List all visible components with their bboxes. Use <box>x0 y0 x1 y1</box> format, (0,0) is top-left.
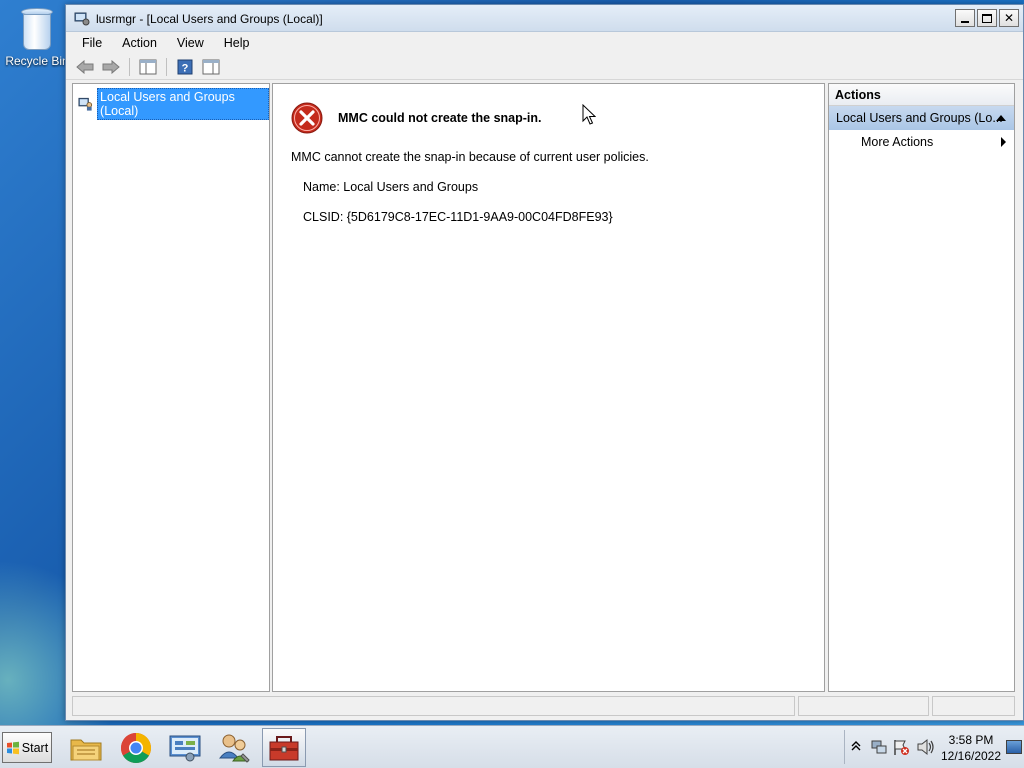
show-hidden-icons-icon[interactable] <box>851 740 861 752</box>
back-arrow-icon <box>76 59 94 74</box>
menu-action[interactable]: Action <box>112 32 167 54</box>
window-title: lusrmgr - [Local Users and Groups (Local… <box>96 12 323 26</box>
toolbar: ? <box>66 54 1023 80</box>
network-icon[interactable] <box>870 738 888 756</box>
menu-bar: File Action View Help <box>66 32 1023 54</box>
close-icon: ✕ <box>1003 11 1015 25</box>
close-button[interactable]: ✕ <box>999 9 1019 27</box>
tray-separator <box>844 730 845 764</box>
file-explorer-icon <box>70 739 102 760</box>
status-cell-main <box>72 696 795 716</box>
help-icon: ? <box>177 59 193 74</box>
clock-time: 3:58 PM <box>948 733 994 747</box>
taskbar-users[interactable] <box>212 728 256 767</box>
more-actions-item[interactable]: More Actions <box>829 130 1014 154</box>
control-panel-icon <box>169 735 201 761</box>
start-button[interactable]: Start <box>2 732 52 763</box>
tree-node-label: Local Users and Groups (Local) <box>97 88 269 120</box>
more-actions-label: More Actions <box>861 135 934 149</box>
recycle-bin-desktop-icon[interactable]: Recycle Bin <box>4 6 70 68</box>
actions-group-local-users-and-groups[interactable]: Local Users and Groups (Lo... <box>829 106 1014 130</box>
forward-arrow-icon <box>102 59 120 74</box>
snapin-clsid-line: CLSID: {5D6179C8-17EC-11D1-9AA9-00C04FD8… <box>303 210 613 224</box>
recycle-bin-icon <box>19 6 55 52</box>
taskbar: Start 3:58 PM 12/16/2022 <box>0 725 1024 768</box>
forward-button[interactable] <box>100 57 122 77</box>
back-button[interactable] <box>74 57 96 77</box>
maximize-icon <box>982 13 992 23</box>
start-label: Start <box>21 740 49 755</box>
computer-management-icon <box>74 12 90 26</box>
status-cell-right <box>932 696 1015 716</box>
mmc-window: lusrmgr - [Local Users and Groups (Local… <box>65 4 1024 721</box>
taskbar-control-panel[interactable] <box>163 728 207 767</box>
console-tree-pane: Local Users and Groups (Local) <box>72 83 270 692</box>
taskbar-lusrmgr[interactable] <box>262 728 306 767</box>
result-pane: MMC could not create the snap-in. MMC ca… <box>272 83 825 692</box>
menu-file[interactable]: File <box>72 32 112 54</box>
toolbar-separator <box>166 57 167 76</box>
system-tray: 3:58 PM 12/16/2022 <box>844 726 1024 768</box>
mouse-cursor-icon <box>582 104 596 125</box>
help-button[interactable]: ? <box>174 57 196 77</box>
error-description: MMC cannot create the snap-in because of… <box>291 150 649 164</box>
show-hide-console-tree-button[interactable] <box>137 57 159 77</box>
collapse-triangle-icon[interactable] <box>996 115 1006 121</box>
recycle-bin-label: Recycle Bin <box>5 54 69 68</box>
taskbar-chrome[interactable] <box>114 728 158 767</box>
error-title: MMC could not create the snap-in. <box>338 111 542 125</box>
show-hide-action-pane-icon <box>202 59 220 74</box>
status-bar <box>72 696 1015 716</box>
action-center-flag-icon[interactable] <box>892 738 910 756</box>
chrome-icon <box>120 732 152 763</box>
windows-logo-icon <box>6 741 19 754</box>
users-icon <box>218 734 250 763</box>
submenu-arrow-icon <box>1001 137 1006 147</box>
minimize-icon <box>961 21 969 23</box>
toolbar-separator <box>129 57 130 76</box>
computer-users-icon <box>78 97 93 111</box>
title-bar[interactable]: lusrmgr - [Local Users and Groups (Local… <box>66 5 1023 32</box>
status-cell-middle <box>798 696 929 716</box>
toolbox-icon <box>269 735 299 760</box>
menu-help[interactable]: Help <box>214 32 260 54</box>
maximize-button[interactable] <box>977 9 997 27</box>
snapin-name-line: Name: Local Users and Groups <box>303 180 479 194</box>
error-icon <box>291 102 323 134</box>
show-desktop-icon[interactable] <box>1006 740 1022 754</box>
clock-date: 12/16/2022 <box>940 749 1002 763</box>
actions-group-label: Local Users and Groups (Lo... <box>836 111 1003 125</box>
volume-icon[interactable] <box>916 738 936 756</box>
taskbar-file-explorer[interactable] <box>64 728 108 767</box>
svg-text:?: ? <box>182 62 189 74</box>
actions-header: Actions <box>829 84 1014 106</box>
show-hide-action-pane-button[interactable] <box>200 57 222 77</box>
show-hide-console-tree-icon <box>139 59 157 74</box>
clock[interactable]: 3:58 PM 12/16/2022 <box>940 732 1002 764</box>
tree-node-local-users-and-groups[interactable]: Local Users and Groups (Local) <box>78 88 269 120</box>
actions-pane: Actions Local Users and Groups (Lo... Mo… <box>828 83 1015 692</box>
minimize-button[interactable] <box>955 9 975 27</box>
menu-view[interactable]: View <box>167 32 214 54</box>
